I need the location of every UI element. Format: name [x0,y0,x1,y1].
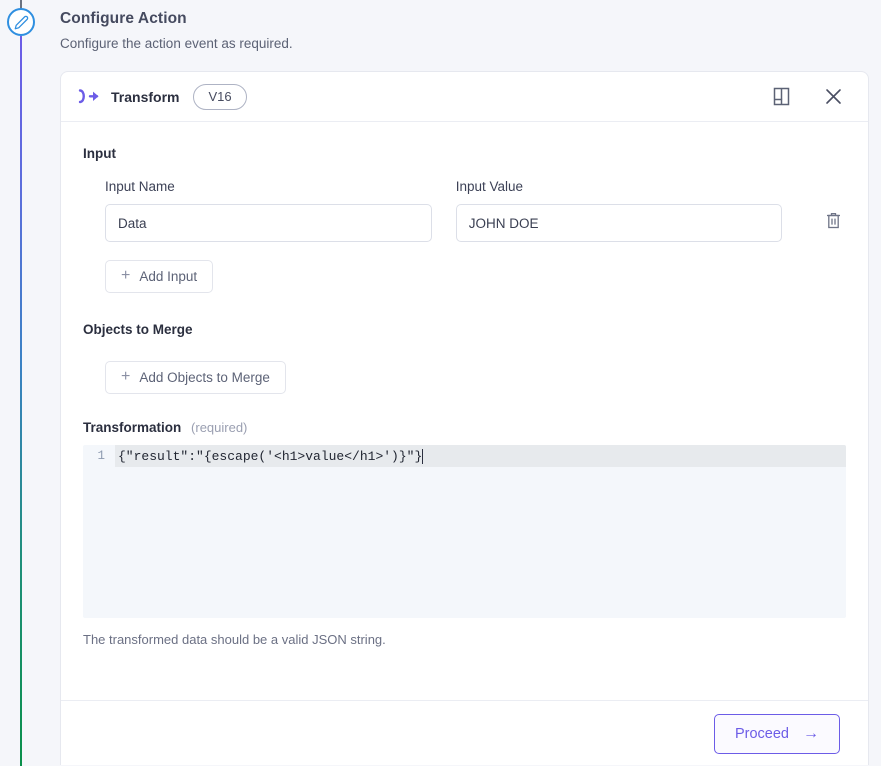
transform-icon [77,88,101,106]
add-objects-to-merge-button[interactable]: + Add Objects to Merge [105,361,286,394]
text-caret [422,448,424,464]
merge-section: Objects to Merge + Add Objects to Merge [83,322,846,394]
transformation-helper-text: The transformed data should be a valid J… [83,632,386,647]
card-body: Input Input Name Input Value [61,122,868,700]
input-section: Input Input Name Input Value [83,146,846,293]
delete-input-row-button[interactable] [820,204,846,242]
code-active-line[interactable]: {"result":"{escape('<h1>value</h1>')}"} [115,445,846,467]
card-footer: Proceed → [61,700,868,765]
pencil-icon [14,15,29,30]
trash-icon [826,212,841,234]
configure-action-card: Transform V16 Input Input Name Data Inpu… [60,71,869,765]
book-icon[interactable] [766,82,796,112]
proceed-label: Proceed [734,725,789,742]
input-name-field[interactable] [105,204,432,242]
merge-fields-group: + Add Objects to Merge [105,343,846,394]
plus-icon: + [121,368,131,385]
page-header: Configure Action Configure the action ev… [60,10,560,51]
transformation-section-label: Transformation (required) [83,420,846,435]
code-editor-line: 1 {"result":"{escape('<h1>value</h1>')}"… [83,445,846,467]
input-value-label: Input Value [455,179,524,194]
code-content: {"result":"{escape('<h1>value</h1>')}"} [118,448,423,464]
input-section-label: Input [83,146,116,161]
add-input-label: Add Input [139,269,198,284]
card-header: Transform V16 [61,72,868,122]
merge-section-label: Objects to Merge [83,322,193,337]
plus-icon: + [121,267,131,284]
workflow-rail [0,0,42,766]
add-objects-to-merge-label: Add Objects to Merge [139,370,270,385]
card-title: Transform [111,88,180,105]
line-number: 1 [97,449,105,463]
input-row: Input Name Input Value [105,179,846,242]
proceed-button[interactable]: Proceed → [713,713,840,754]
input-value-field[interactable] [455,204,783,242]
page-subtitle: Configure the action event as required. [60,36,293,51]
version-badge: V16 [193,83,247,110]
transformation-required-note: (required) [191,420,248,435]
input-fields-group: Input Name Input Value [105,179,846,293]
add-input-button[interactable]: + Add Input [105,260,214,293]
transformation-section: Transformation (required) 1 {"result":"{… [83,420,846,647]
input-name-label: Input Name [105,179,175,194]
page-title: Configure Action [60,10,187,27]
input-name-column: Input Name [105,179,432,242]
transformation-label-text: Transformation [83,420,182,435]
close-icon[interactable] [818,82,848,112]
code-editor[interactable]: 1 {"result":"{escape('<h1>value</h1>')}"… [83,445,846,618]
input-value-column: Input Value [455,179,783,242]
step-edit-badge[interactable] [7,8,35,36]
arrow-right-icon: → [803,724,819,742]
rail-line-gradient [20,36,22,766]
